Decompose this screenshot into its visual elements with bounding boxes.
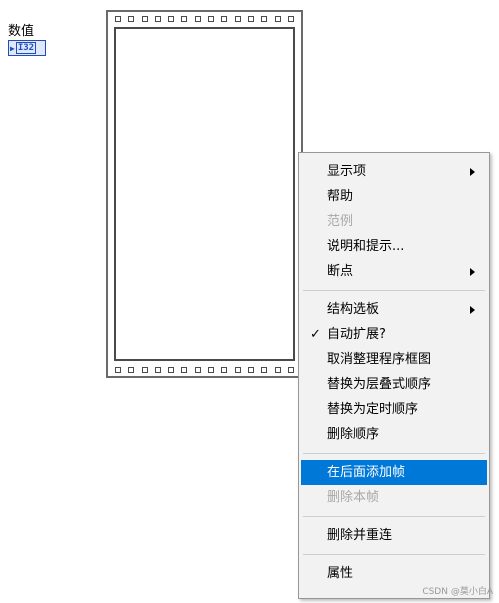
menu-item-label: 范例 — [327, 214, 354, 229]
menu-item[interactable]: 删除顺序 — [299, 422, 489, 447]
menu-item[interactable]: 替换为定时顺序 — [299, 397, 489, 422]
menu-item[interactable]: 属性 — [299, 561, 489, 586]
menu-item-label: 删除并重连 — [327, 528, 393, 543]
film-hole — [221, 15, 228, 22]
film-hole — [194, 15, 201, 22]
terminal-arrow-icon: ▶ — [10, 43, 15, 53]
menu-item[interactable]: 取消整理程序框图 — [299, 347, 489, 372]
film-strip-bottom — [111, 364, 298, 375]
menu-item[interactable]: 结构选板 — [299, 297, 489, 322]
film-hole — [261, 15, 268, 22]
menu-item-label: 结构选板 — [327, 302, 380, 317]
terminal-type-tag: I32 — [15, 42, 37, 54]
numeric-terminal[interactable]: ▶ I32 — [8, 40, 46, 56]
menu-item[interactable]: 替换为层叠式顺序 — [299, 372, 489, 397]
numeric-label: 数值 — [8, 24, 35, 39]
menu-item-label: 在后面添加帧 — [327, 465, 406, 480]
film-hole — [247, 15, 254, 22]
context-menu: 显示项帮助范例说明和提示... 断点结构选板 ✓ 自动扩展? 取消整理程序框图 替换为层叠… — [298, 152, 490, 599]
menu-separator — [303, 516, 485, 517]
menu-item[interactable]: 在后面添加帧 — [301, 460, 487, 485]
film-hole — [234, 15, 241, 22]
film-hole — [181, 15, 188, 22]
menu-separator — [303, 453, 485, 454]
film-strip-top — [111, 13, 298, 24]
film-hole — [115, 15, 121, 22]
film-hole — [221, 366, 228, 373]
film-hole — [181, 366, 188, 373]
film-hole — [128, 366, 135, 373]
flat-sequence-structure[interactable] — [106, 10, 303, 378]
menu-item-label: 删除顺序 — [327, 427, 380, 442]
menu-item: 删除本帧 — [299, 485, 489, 510]
film-hole — [234, 366, 241, 373]
menu-item-label: 替换为定时顺序 — [327, 402, 419, 417]
film-hole — [287, 366, 294, 373]
watermark: CSDN @莫小白A — [422, 587, 493, 597]
menu-item[interactable]: 说明和提示... — [299, 234, 489, 259]
menu-separator — [303, 290, 485, 291]
menu-item-label: 断点 — [327, 264, 354, 279]
film-hole — [247, 366, 254, 373]
submenu-arrow-icon — [470, 306, 475, 314]
menu-item: 范例 — [299, 209, 489, 234]
menu-item-label: 说明和提示... — [327, 239, 405, 254]
menu-item[interactable]: 删除并重连 — [299, 523, 489, 548]
menu-item-label: 属性 — [327, 566, 354, 581]
menu-item-label: 帮助 — [327, 189, 354, 204]
film-hole — [168, 366, 175, 373]
menu-item[interactable]: 帮助 — [299, 184, 489, 209]
menu-item-label: 替换为层叠式顺序 — [327, 377, 432, 392]
menu-item-label: 删除本帧 — [327, 490, 380, 505]
film-hole — [141, 366, 148, 373]
submenu-arrow-icon — [470, 168, 475, 176]
menu-item-label: 取消整理程序框图 — [327, 352, 432, 367]
film-hole — [274, 366, 281, 373]
menu-item-label: 显示项 — [327, 164, 367, 179]
film-hole — [261, 366, 268, 373]
film-hole — [154, 15, 161, 22]
menu-separator — [303, 554, 485, 555]
check-icon: ✓ — [310, 327, 321, 342]
film-hole — [115, 366, 121, 373]
film-hole — [194, 366, 201, 373]
menu-item[interactable]: 显示项 — [299, 159, 489, 184]
film-hole — [168, 15, 175, 22]
film-hole — [287, 15, 294, 22]
film-hole — [274, 15, 281, 22]
sequence-frame[interactable] — [114, 27, 295, 361]
menu-item[interactable]: 断点 — [299, 259, 489, 284]
film-hole — [208, 15, 215, 22]
menu-item-label: 自动扩展? — [327, 327, 386, 342]
film-hole — [128, 15, 135, 22]
menu-item[interactable]: ✓ 自动扩展? — [299, 322, 489, 347]
film-hole — [154, 366, 161, 373]
film-hole — [208, 366, 215, 373]
submenu-arrow-icon — [470, 268, 475, 276]
film-hole — [141, 15, 148, 22]
